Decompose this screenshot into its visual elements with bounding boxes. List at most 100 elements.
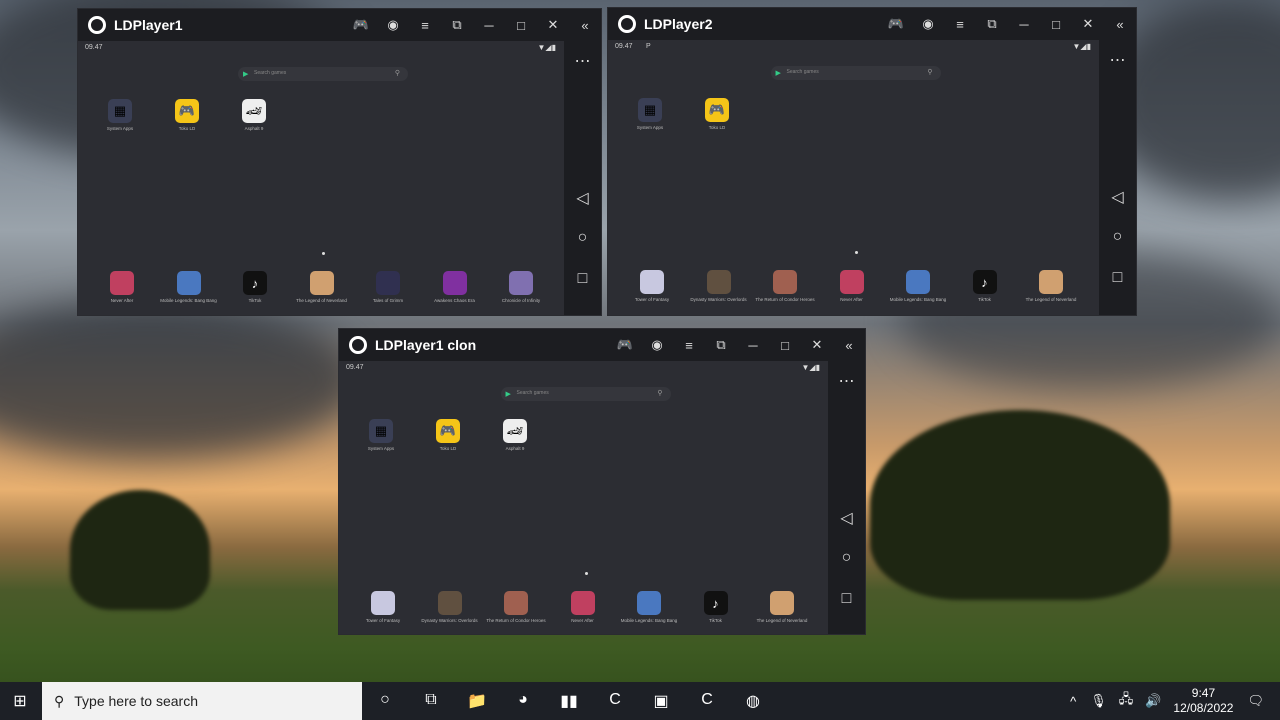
- network-icon[interactable]: 🖧: [1119, 690, 1134, 712]
- maximize-button[interactable]: □: [1040, 17, 1072, 32]
- dock-app[interactable]: Dynasty Warriors: Overlords: [689, 270, 749, 302]
- clock-date: 12/08/2022: [1173, 701, 1234, 715]
- home-icon[interactable]: ○: [828, 549, 865, 567]
- more-icon[interactable]: ⋯: [564, 51, 601, 71]
- back-icon[interactable]: ◁: [828, 508, 865, 528]
- back-icon[interactable]: ◁: [1099, 187, 1136, 207]
- taskbar-camtasia-icon[interactable]: C: [592, 691, 638, 711]
- app-thumbnail-icon: [376, 271, 400, 295]
- home-icon[interactable]: ○: [1099, 228, 1136, 246]
- menu-button[interactable]: ≡: [409, 18, 441, 33]
- dock-app[interactable]: Never After: [822, 270, 882, 302]
- dock-app[interactable]: ♪ TikTok: [955, 270, 1015, 302]
- home-icon[interactable]: ○: [564, 229, 601, 247]
- app-label: The Legend of Neverland: [1025, 297, 1077, 302]
- notifications-icon[interactable]: 🗨: [1247, 693, 1264, 709]
- taskbar: ⊞ ⚲ Type here to search ○ ⧉ 📁 ◕ ▮▮ C ▣ C ◍ ^ 🎙 🖧…: [0, 682, 1280, 720]
- close-button[interactable]: ✕: [537, 17, 569, 33]
- app-label: Dynasty Warriors: Overlords: [421, 618, 478, 623]
- clock[interactable]: 9:47 12/08/2022: [1173, 686, 1233, 716]
- more-icon[interactable]: ⋯: [1099, 50, 1136, 70]
- menu-button[interactable]: ≡: [673, 338, 705, 353]
- maximize-button[interactable]: □: [505, 18, 537, 33]
- resize-button[interactable]: ⧉: [441, 17, 473, 33]
- taskbar-recorder-icon[interactable]: C: [684, 691, 730, 711]
- emulator-window: LDPlayer1 🎮 ◉ ≡ ⧉ ─ □ ✕ «09.47 ▼◢▮ ▶ Search games ⚲ ▦…: [77, 8, 602, 316]
- game-search-bar[interactable]: ▶ Search games ⚲: [238, 67, 408, 81]
- play-store-icon: ▶: [775, 70, 781, 77]
- dock-app[interactable]: Awakens Chaos Era: [425, 271, 485, 303]
- account-button[interactable]: ◉: [912, 16, 944, 32]
- title-bar: LDPlayer1 clon 🎮 ◉ ≡ ⧉ ─ □ ✕ «: [339, 329, 865, 361]
- app-icon[interactable]: ▦ System Apps: [90, 99, 150, 131]
- dock-app[interactable]: Mobile Legends: Bang Bang: [159, 271, 219, 303]
- taskbar-cortana-icon[interactable]: ○: [362, 691, 408, 711]
- gamepad-button[interactable]: 🎮: [880, 16, 912, 32]
- ldplayer-logo-icon: [88, 16, 106, 34]
- collapse-sidebar-button[interactable]: «: [833, 338, 865, 353]
- app-icon[interactable]: 🏎 Asphalt 9: [224, 99, 284, 131]
- app-label: Toko LD: [439, 446, 457, 451]
- show-hidden-icons[interactable]: ^: [1070, 694, 1076, 709]
- minimize-button[interactable]: ─: [737, 338, 769, 353]
- status-extra: P: [646, 43, 651, 50]
- resize-button[interactable]: ⧉: [705, 337, 737, 353]
- game-search-bar[interactable]: ▶ Search games ⚲: [770, 66, 941, 80]
- dock-app[interactable]: Never After: [553, 591, 613, 623]
- dock-app[interactable]: The Return of Condor Heroes: [486, 591, 546, 623]
- taskbar-audio-app-icon[interactable]: ▮▮: [546, 691, 592, 711]
- taskbar-file-explorer-icon[interactable]: 📁: [454, 691, 500, 711]
- app-icon[interactable]: 🎮 Toko LD: [418, 419, 478, 451]
- app-icon[interactable]: ▦ System Apps: [620, 98, 680, 130]
- dock-app[interactable]: ♪ TikTok: [225, 271, 285, 303]
- maximize-button[interactable]: □: [769, 338, 801, 353]
- volume-icon[interactable]: 🔊: [1145, 693, 1161, 709]
- collapse-sidebar-button[interactable]: «: [569, 18, 601, 33]
- account-button[interactable]: ◉: [377, 17, 409, 33]
- dock-app[interactable]: Never After: [92, 271, 152, 303]
- dock-app[interactable]: The Legend of Neverland: [292, 271, 352, 303]
- start-button[interactable]: ⊞: [0, 691, 40, 711]
- dock-app[interactable]: Tower of Fantasy: [353, 591, 413, 623]
- app-icon[interactable]: 🎮 Toko LD: [687, 98, 747, 130]
- recents-icon[interactable]: □: [828, 590, 865, 608]
- dock-app[interactable]: ♪ TikTok: [686, 591, 746, 623]
- dock-app[interactable]: The Legend of Neverland: [1021, 270, 1081, 302]
- minimize-button[interactable]: ─: [1008, 17, 1040, 32]
- gamepad-button[interactable]: 🎮: [345, 17, 377, 33]
- recents-icon[interactable]: □: [564, 270, 601, 288]
- dock-app[interactable]: Tales of Grimm: [358, 271, 418, 303]
- dock-app[interactable]: Dynasty Warriors: Overlords: [420, 591, 480, 623]
- minimize-button[interactable]: ─: [473, 18, 505, 33]
- app-label: Asphalt 9: [244, 126, 264, 131]
- app-icon[interactable]: 🎮 Toko LD: [157, 99, 217, 131]
- dock-app[interactable]: Chronicle of Infinity: [491, 271, 551, 303]
- gamepad-button[interactable]: 🎮: [609, 337, 641, 353]
- app-icon[interactable]: ▦ System Apps: [351, 419, 411, 451]
- taskbar-task-view-icon[interactable]: ⧉: [408, 691, 454, 711]
- dock-app[interactable]: The Legend of Neverland: [752, 591, 812, 623]
- recents-icon[interactable]: □: [1099, 269, 1136, 287]
- resize-button[interactable]: ⧉: [976, 16, 1008, 32]
- game-search-bar[interactable]: ▶ Search games ⚲: [500, 387, 671, 401]
- app-icon[interactable]: 🏎 Asphalt 9: [485, 419, 545, 451]
- close-button[interactable]: ✕: [801, 337, 833, 353]
- close-button[interactable]: ✕: [1072, 16, 1104, 32]
- taskbar-ldmultiplayer-icon[interactable]: ▣: [638, 691, 684, 711]
- back-icon[interactable]: ◁: [564, 188, 601, 208]
- dock-app[interactable]: The Return of Condor Heroes: [755, 270, 815, 302]
- collapse-sidebar-button[interactable]: «: [1104, 17, 1136, 32]
- dock-app[interactable]: Mobile Legends: Bang Bang: [619, 591, 679, 623]
- taskbar-search[interactable]: ⚲ Type here to search: [42, 682, 362, 720]
- menu-button[interactable]: ≡: [944, 17, 976, 32]
- taskbar-chrome-icon[interactable]: ◕: [500, 691, 546, 711]
- android-screen: 09.47 ▼◢▮ ▶ Search games ⚲ ▦ System Apps 🎮 Toko …: [339, 361, 830, 634]
- app-label: System Apps: [636, 125, 664, 130]
- dock-app[interactable]: Tower of Fantasy: [622, 270, 682, 302]
- microphone-icon[interactable]: 🎙: [1090, 693, 1107, 709]
- dock-app[interactable]: Mobile Legends: Bang Bang: [888, 270, 948, 302]
- account-button[interactable]: ◉: [641, 337, 673, 353]
- taskbar-ldplayer-icon[interactable]: ◍: [730, 691, 776, 711]
- search-icon: ⚲: [394, 70, 400, 77]
- more-icon[interactable]: ⋯: [828, 371, 865, 391]
